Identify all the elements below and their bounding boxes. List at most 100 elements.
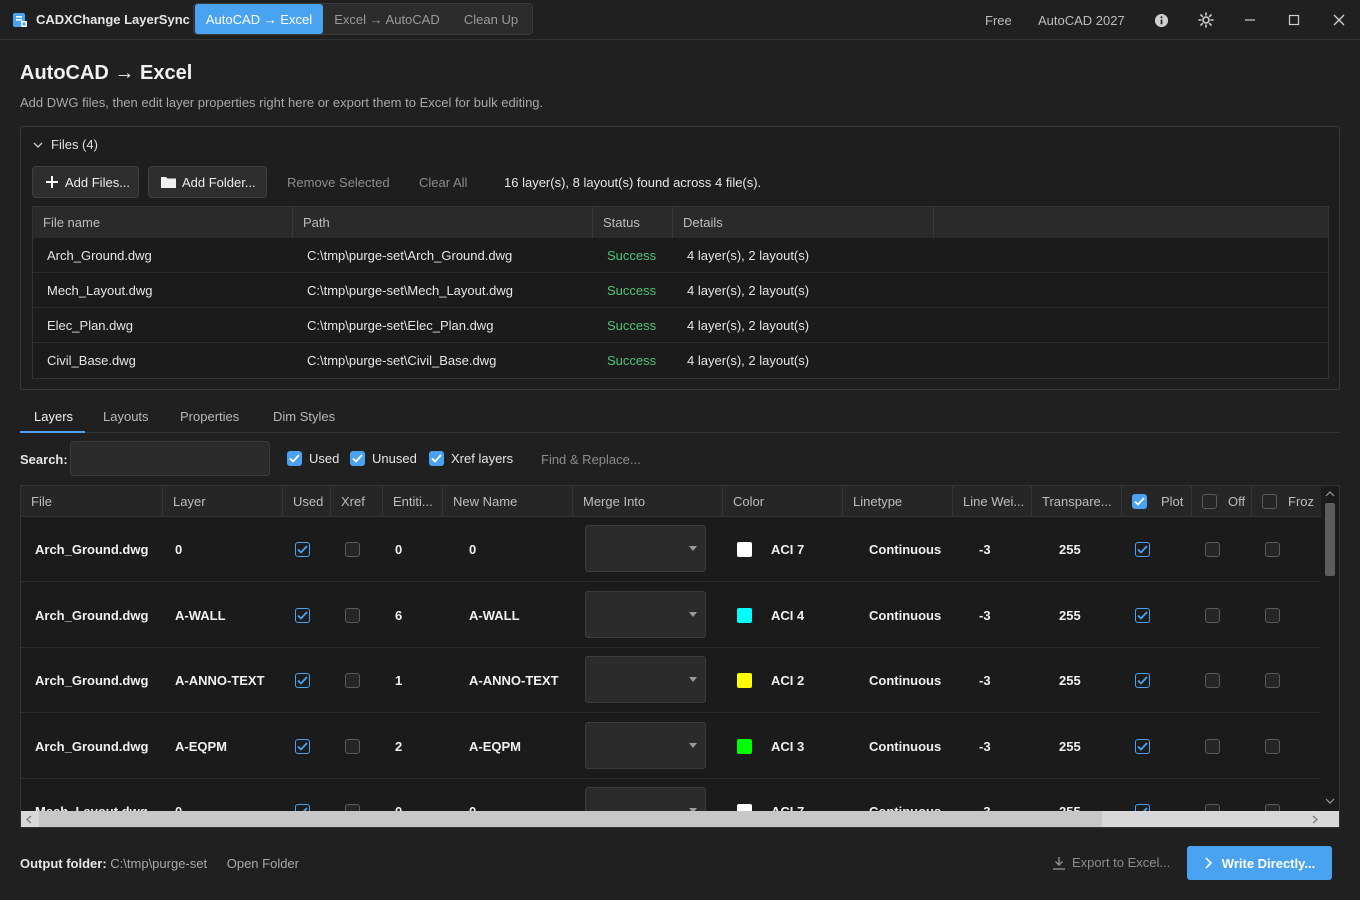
table-row[interactable]: Mech_Layout.dwg C:\tmp\purge-set\Mech_La…: [33, 273, 1328, 308]
column-header-path[interactable]: Path: [293, 207, 593, 238]
column-header-transparency[interactable]: Transpare...: [1032, 486, 1122, 517]
transparency-cell: 255: [1059, 673, 1081, 688]
theme-toggle-icon[interactable]: [1198, 0, 1214, 40]
tab-layers[interactable]: Layers: [34, 409, 73, 424]
clear-all-button[interactable]: Clear All: [419, 175, 467, 190]
table-row[interactable]: Arch_Ground.dwg A-EQPM 2 A-EQPM ACI 3 Continu…: [21, 714, 1323, 779]
mode-excel-to-autocad[interactable]: Excel → AutoCAD: [323, 4, 451, 34]
frozen-checkbox[interactable]: [1265, 542, 1280, 557]
merge-into-dropdown[interactable]: [585, 721, 706, 769]
column-header-frozen[interactable]: Froz: [1252, 486, 1323, 517]
vertical-scrollbar-thumb[interactable]: [1325, 503, 1335, 576]
checkbox-unchecked-icon: [1262, 494, 1277, 509]
used-checkbox[interactable]: [295, 673, 310, 688]
color-swatch[interactable]: [737, 542, 752, 557]
scroll-right-icon[interactable]: [1311, 815, 1319, 824]
frozen-checkbox[interactable]: [1265, 673, 1280, 688]
xref-checkbox[interactable]: [345, 542, 360, 557]
checkbox-checked-icon: [287, 451, 302, 466]
column-header-new-name[interactable]: New Name: [443, 486, 573, 517]
mode-autocad-to-excel[interactable]: AutoCAD → Excel: [195, 4, 323, 34]
close-icon[interactable]: [1333, 0, 1345, 40]
horizontal-scrollbar-thumb[interactable]: [39, 811, 1102, 827]
entity-count-cell: 1: [395, 673, 403, 688]
xref-filter-checkbox[interactable]: Xref layers: [429, 451, 513, 466]
search-input[interactable]: [70, 441, 270, 476]
add-folder-button[interactable]: Add Folder...: [148, 166, 267, 198]
table-row[interactable]: Elec_Plan.dwg C:\tmp\purge-set\Elec_Plan…: [33, 308, 1328, 343]
column-header-layer[interactable]: Layer: [163, 486, 283, 517]
table-row[interactable]: Arch_Ground.dwg 0 0 0 ACI 7 Continuous -3 255: [21, 517, 1323, 582]
plot-checkbox[interactable]: [1135, 673, 1150, 688]
layer-name-cell: A-EQPM: [175, 738, 227, 754]
checkbox-unchecked-icon[interactable]: [1202, 494, 1217, 509]
merge-into-dropdown[interactable]: [585, 525, 706, 572]
xref-checkbox[interactable]: [345, 673, 360, 688]
merge-into-dropdown[interactable]: [585, 590, 706, 638]
tab-properties[interactable]: Properties: [180, 409, 239, 424]
export-to-excel-button[interactable]: Export to Excel...: [1052, 855, 1170, 870]
scroll-down-icon[interactable]: [1325, 797, 1335, 805]
column-header-status[interactable]: Status: [593, 207, 673, 238]
info-icon[interactable]: [1154, 0, 1169, 40]
off-checkbox[interactable]: [1205, 542, 1220, 557]
used-checkbox[interactable]: [295, 542, 310, 557]
tab-dim-styles[interactable]: Dim Styles: [273, 409, 335, 424]
frozen-checkbox[interactable]: [1265, 738, 1280, 754]
scroll-up-icon[interactable]: [1325, 490, 1335, 498]
xref-checkbox[interactable]: [345, 738, 360, 754]
off-checkbox[interactable]: [1205, 673, 1220, 688]
new-name-cell: A-EQPM: [469, 738, 521, 754]
table-row[interactable]: Arch_Ground.dwg C:\tmp\purge-set\Arch_Gr…: [33, 238, 1328, 273]
column-header-plot[interactable]: Plot: [1122, 486, 1192, 517]
add-files-button[interactable]: Add Files...: [32, 166, 139, 198]
output-folder-label: Output folder:: [20, 856, 107, 871]
plot-checkbox[interactable]: [1135, 542, 1150, 557]
column-header-xref[interactable]: Xref: [331, 486, 383, 517]
tab-layouts[interactable]: Layouts: [103, 409, 149, 424]
find-replace-button[interactable]: Find & Replace...: [541, 452, 641, 467]
table-row[interactable]: Civil_Base.dwg C:\tmp\purge-set\Civil_Ba…: [33, 343, 1328, 378]
remove-selected-button[interactable]: Remove Selected: [287, 175, 390, 190]
merge-into-dropdown[interactable]: [585, 656, 706, 703]
used-checkbox[interactable]: [295, 738, 310, 754]
column-header-linetype[interactable]: Linetype: [843, 486, 953, 517]
table-row[interactable]: Arch_Ground.dwg A-WALL 6 A-WALL ACI 4 Continu…: [21, 583, 1323, 648]
used-checkbox[interactable]: [295, 607, 310, 623]
write-directly-button[interactable]: Write Directly...: [1187, 846, 1332, 880]
app-title: CADXChange LayerSync: [36, 12, 190, 27]
xref-checkbox[interactable]: [345, 607, 360, 623]
unused-filter-checkbox[interactable]: Unused: [350, 451, 417, 466]
color-swatch[interactable]: [737, 673, 752, 688]
scroll-left-icon[interactable]: [25, 815, 33, 824]
frozen-checkbox[interactable]: [1265, 607, 1280, 623]
color-name-cell: ACI 4: [771, 607, 805, 623]
column-header-details[interactable]: Details: [673, 207, 934, 238]
table-row[interactable]: Arch_Ground.dwg A-ANNO-TEXT 1 A-ANNO-TEXT AC…: [21, 648, 1323, 713]
used-filter-checkbox[interactable]: Used: [287, 451, 339, 466]
layer-name-cell: A-ANNO-TEXT: [175, 673, 265, 688]
column-header-entities[interactable]: Entiti...: [383, 486, 443, 517]
horizontal-scrollbar[interactable]: [21, 811, 1339, 827]
minimize-icon[interactable]: [1244, 0, 1256, 40]
off-checkbox[interactable]: [1205, 738, 1220, 754]
color-swatch[interactable]: [737, 738, 752, 754]
plot-checkbox[interactable]: [1135, 738, 1150, 754]
mode-clean-up[interactable]: Clean Up: [451, 4, 531, 34]
maximize-icon[interactable]: [1288, 0, 1300, 40]
checkbox-checked-icon[interactable]: [1132, 494, 1147, 509]
column-header-off[interactable]: Off: [1192, 486, 1252, 517]
off-checkbox[interactable]: [1205, 607, 1220, 623]
column-header-merge-into[interactable]: Merge Into: [573, 486, 723, 517]
color-swatch[interactable]: [737, 607, 752, 623]
add-folder-label: Add Folder...: [182, 174, 256, 190]
files-expander[interactable]: Files (4): [33, 137, 98, 152]
column-header-line-weight[interactable]: Line Wei...: [953, 486, 1032, 517]
vertical-scrollbar[interactable]: [1321, 486, 1339, 811]
column-header-used[interactable]: Used: [283, 486, 331, 517]
column-header-file[interactable]: File: [21, 486, 163, 517]
column-header-color[interactable]: Color: [723, 486, 843, 517]
plot-checkbox[interactable]: [1135, 607, 1150, 623]
open-folder-button[interactable]: Open Folder: [227, 856, 299, 871]
column-header-file-name[interactable]: File name: [33, 207, 293, 238]
